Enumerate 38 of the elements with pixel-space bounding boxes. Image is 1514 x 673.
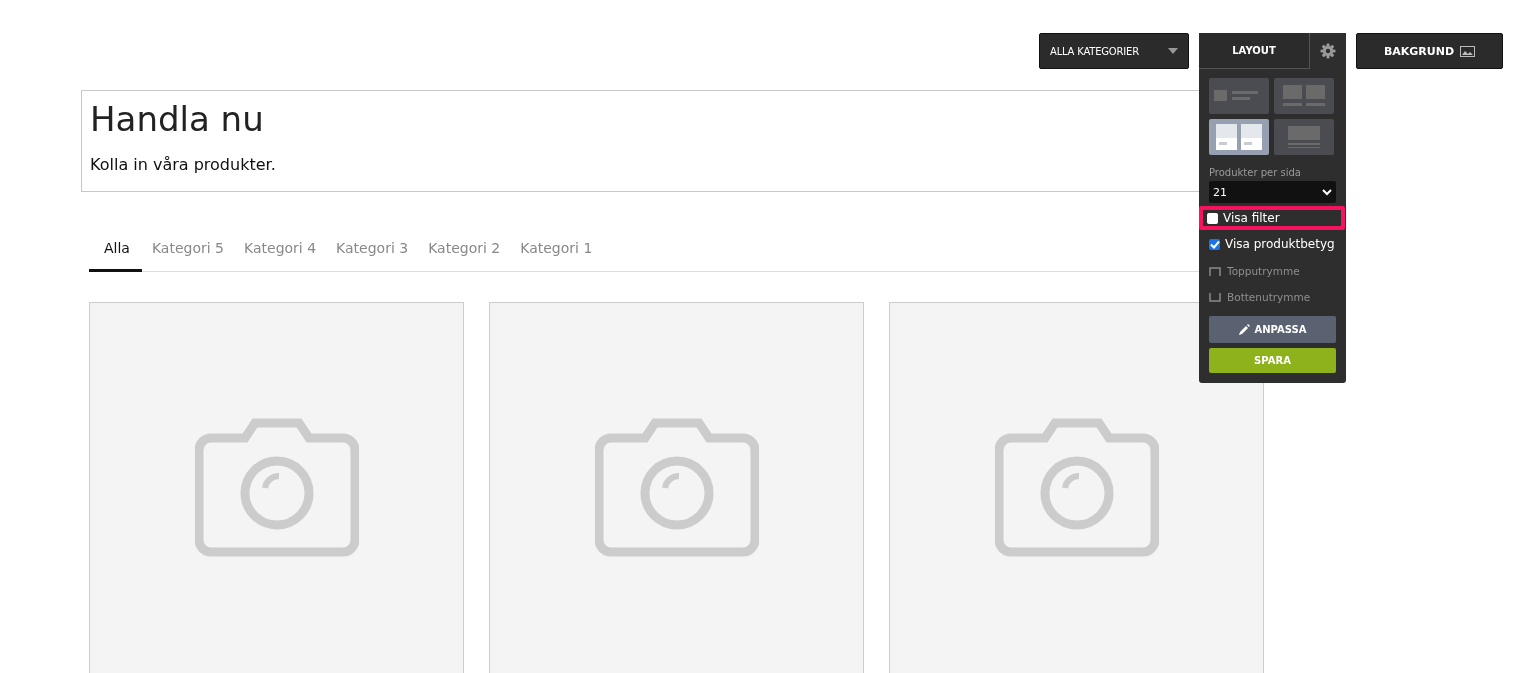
customize-button[interactable]: ANPASSA [1209,316,1336,343]
category-tab[interactable]: Kategori 1 [510,232,603,272]
per-page-select[interactable]: 21 [1209,181,1336,203]
checkbox-option[interactable]: Visa produktbetyg [1209,237,1344,251]
checkbox-option[interactable]: Visa filter [1207,211,1337,225]
category-tab[interactable]: Kategori 5 [141,232,234,272]
page-title: Handla nu [90,99,264,139]
layout-option[interactable] [1274,119,1334,155]
checkbox[interactable] [1207,212,1218,224]
chevron-icon [1322,188,1332,196]
page-subtitle: Kolla in våra produkter. [90,155,276,174]
category-tab[interactable]: Kategori 2 [418,232,511,272]
layout-tab[interactable]: LAYOUT [1199,33,1310,69]
bottom-bracket-icon [1209,292,1221,302]
layout-option[interactable] [1209,119,1269,155]
category-tab[interactable]: Alla [89,232,142,272]
background-button[interactable]: BAKGRUND [1356,33,1503,69]
wide-layout-icon [1288,126,1320,148]
field-label: Produkter per sida [1209,167,1302,178]
layout-option[interactable] [1274,78,1334,114]
settings-button[interactable] [1310,33,1346,69]
checkbox[interactable] [1209,238,1220,250]
category-tab[interactable]: Kategori 4 [234,232,327,272]
layout-option[interactable] [1209,78,1269,114]
top-bracket-icon [1209,266,1221,276]
caret-icon [1168,48,1178,54]
category-tab[interactable]: Kategori 3 [326,232,419,272]
camera-icon [194,418,359,558]
spacing-toggle[interactable]: Topputrymme [1209,265,1344,277]
grid-layout-icon [1283,85,1325,107]
camera-icon [994,418,1159,558]
spacing-toggle[interactable]: Bottenutrymme [1209,291,1344,303]
settings-icon [1320,43,1336,59]
card-layout-icon [1216,124,1262,150]
image-icon [1460,45,1476,57]
category-dropdown[interactable]: ALLA KATEGORIER [1039,33,1189,69]
camera-icon [594,418,759,558]
pencil-icon [1238,324,1250,335]
